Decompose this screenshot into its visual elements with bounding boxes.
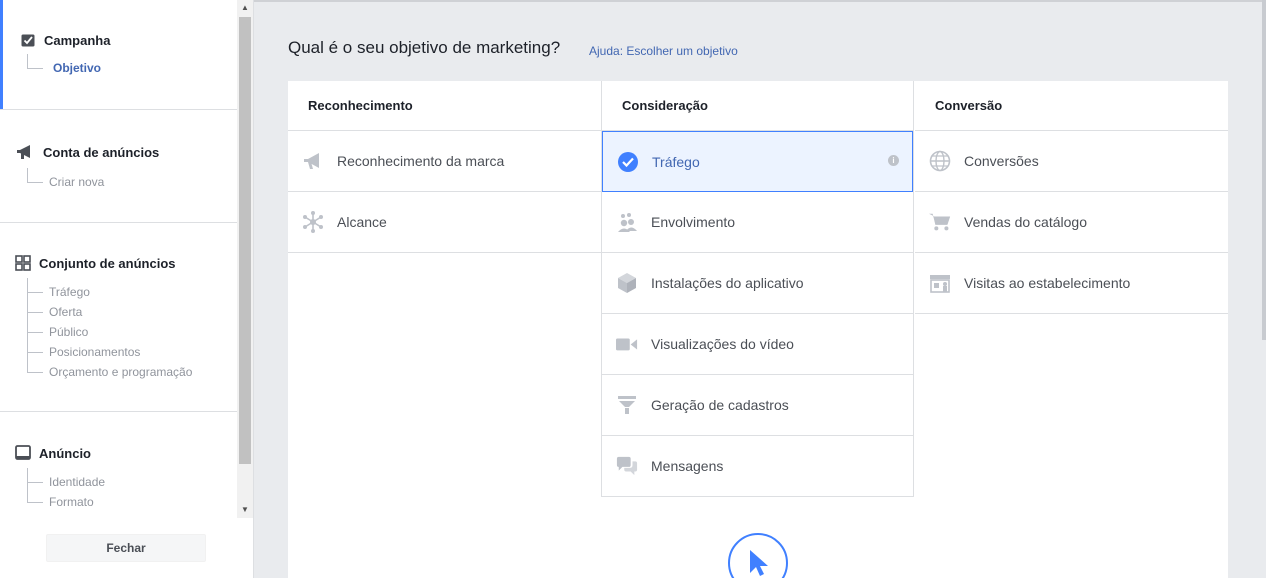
objective-reach[interactable]: Alcance <box>288 192 601 253</box>
help-link[interactable]: Ajuda: Escolher um objetivo <box>589 44 738 58</box>
sidebar-item-criar-nova[interactable]: Criar nova <box>0 168 237 192</box>
check-circle-icon <box>617 151 639 173</box>
sidebar-heading-label: Campanha <box>44 32 111 48</box>
sidebar-heading-ad-account[interactable]: Conta de anúncios <box>0 144 237 160</box>
grid-icon <box>15 255 31 271</box>
main-scrollbar-thumb[interactable] <box>1262 0 1266 340</box>
megaphone-icon <box>16 144 36 160</box>
sidebar-item-formato[interactable]: Formato <box>0 482 237 512</box>
objective-label: Mensagens <box>651 458 724 474</box>
objective-catalog-sales[interactable]: Vendas do catálogo <box>915 192 1228 253</box>
column-heading: Reconhecimento <box>288 81 601 131</box>
objective-label: Envolvimento <box>651 214 736 230</box>
objective-label: Alcance <box>337 214 387 230</box>
info-icon[interactable]: i <box>888 155 899 166</box>
sidebar-item-publico[interactable]: Público <box>0 312 237 342</box>
objective-store-visits[interactable]: Visitas ao estabelecimento <box>915 253 1228 314</box>
people-icon <box>616 211 638 233</box>
sidebar-section-ad-set: Conjunto de anúncios Tráfego Oferta Públ… <box>0 223 237 412</box>
sidebar-item-label: Criar nova <box>49 175 105 189</box>
scroll-up-arrow-icon[interactable]: ▲ <box>237 0 253 16</box>
column-heading: Consideração <box>602 81 913 131</box>
sidebar-scrollbar[interactable]: ▲ ▼ <box>237 0 253 518</box>
close-button[interactable]: Fechar <box>46 534 206 562</box>
sidebar-item-label: Objetivo <box>53 61 102 75</box>
page-title: Qual é o seu objetivo de marketing? <box>288 38 561 57</box>
sidebar-item-label: Público <box>49 325 89 339</box>
objective-engagement[interactable]: Envolvimento <box>602 192 913 253</box>
objective-label: Vendas do catálogo <box>964 214 1087 230</box>
cursor-indicator <box>728 533 788 578</box>
sidebar-heading-label: Anúncio <box>39 445 91 461</box>
sidebar-item-objetivo[interactable]: Objetivo <box>0 54 237 78</box>
sidebar-heading-label: Conta de anúncios <box>43 144 160 160</box>
objective-label: Conversões <box>964 153 1039 169</box>
sidebar-item-label: Formato <box>49 495 94 509</box>
reach-icon <box>302 211 324 233</box>
objectives-panel: Reconhecimento Reconhecimento da marca A… <box>288 81 1228 578</box>
sidebar-heading-ad[interactable]: Anúncio <box>0 445 237 461</box>
box-icon <box>616 272 638 294</box>
column-conversion: Conversão Conversões Vendas do catálogo … <box>915 81 1228 314</box>
objective-label: Tráfego <box>652 153 700 170</box>
sidebar-item-posicionamentos[interactable]: Posicionamentos <box>0 332 237 362</box>
objective-conversions[interactable]: Conversões <box>915 131 1228 192</box>
sidebar-item-label: Posicionamentos <box>49 345 141 359</box>
column-heading: Conversão <box>915 81 1228 131</box>
objective-traffic[interactable]: Tráfego i <box>602 131 913 192</box>
sidebar-item-identidade[interactable]: Identidade <box>0 468 237 492</box>
column-consideration: Consideração Tráfego i Envolvimento Inst… <box>601 81 914 497</box>
column-awareness: Reconhecimento Reconhecimento da marca A… <box>288 81 601 253</box>
cursor-arrow-icon <box>750 550 768 576</box>
store-icon <box>929 272 951 294</box>
top-divider <box>254 0 1266 2</box>
sidebar-heading-ad-set[interactable]: Conjunto de anúncios <box>0 255 237 271</box>
sidebar-scroll-area: Campanha Objetivo Conta de anúncios Cria… <box>0 0 237 518</box>
globe-icon <box>929 150 951 172</box>
sidebar-heading-campaign[interactable]: Campanha <box>0 32 237 48</box>
scrollbar-thumb[interactable] <box>239 17 251 464</box>
objective-video-views[interactable]: Visualizações do vídeo <box>602 314 913 375</box>
objective-label: Visualizações do vídeo <box>651 336 794 352</box>
sidebar-item-orcamento[interactable]: Orçamento e programação <box>0 352 237 382</box>
sidebar-item-oferta[interactable]: Oferta <box>0 292 237 322</box>
sidebar: Campanha Objetivo Conta de anúncios Cria… <box>0 0 254 578</box>
sidebar-item-label: Orçamento e programação <box>49 365 193 379</box>
objective-app-installs[interactable]: Instalações do aplicativo <box>602 253 913 314</box>
sidebar-section-campaign: Campanha Objetivo <box>0 0 237 110</box>
objective-lead-generation[interactable]: Geração de cadastros <box>602 375 913 436</box>
objective-label: Geração de cadastros <box>651 397 789 413</box>
objective-label: Reconhecimento da marca <box>337 153 505 169</box>
cart-icon <box>929 211 951 233</box>
megaphone-icon <box>302 150 324 172</box>
sidebar-item-label: Identidade <box>49 475 106 489</box>
monitor-icon <box>15 445 31 461</box>
objective-label: Instalações do aplicativo <box>651 275 804 291</box>
sidebar-item-label: Tráfego <box>49 285 90 299</box>
objective-brand-awareness[interactable]: Reconhecimento da marca <box>288 131 601 192</box>
video-camera-icon <box>616 333 638 355</box>
checkbox-icon <box>20 32 36 48</box>
sidebar-section-ad-account: Conta de anúncios Criar nova <box>0 110 237 223</box>
sidebar-item-label: Oferta <box>49 305 83 319</box>
scroll-down-arrow-icon[interactable]: ▼ <box>237 502 253 518</box>
objective-messages[interactable]: Mensagens <box>602 436 913 497</box>
chat-bubbles-icon <box>616 455 638 477</box>
funnel-icon <box>616 394 638 416</box>
main-scrollbar[interactable] <box>1262 0 1266 578</box>
sidebar-item-trafego[interactable]: Tráfego <box>0 278 237 302</box>
sidebar-heading-label: Conjunto de anúncios <box>39 255 176 271</box>
sidebar-section-ad: Anúncio Identidade Formato <box>0 412 237 518</box>
objective-label: Visitas ao estabelecimento <box>964 275 1131 291</box>
